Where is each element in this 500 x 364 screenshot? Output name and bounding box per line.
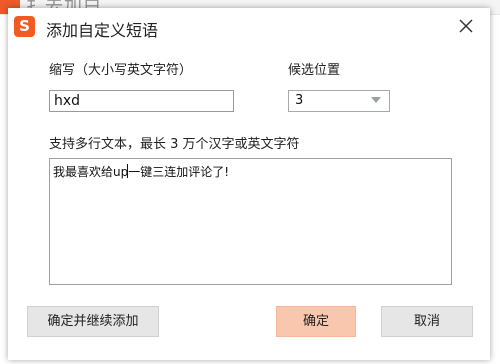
cancel-button[interactable]: 取消	[381, 306, 473, 337]
confirm-button[interactable]: 确定	[276, 306, 356, 337]
dropdown-arrow-icon[interactable]	[371, 97, 381, 103]
phrase-content-label: 支持多行文本，最长 3 万个汉字或英文字符	[49, 137, 300, 152]
confirm-and-add-button[interactable]: 确定并继续添加	[27, 306, 159, 337]
abbreviation-input[interactable]: hxd	[49, 90, 234, 112]
sogou-logo-icon: S	[14, 16, 35, 37]
phrase-text-after-caret: 一键三连加评论了!	[128, 165, 230, 179]
dialog-titlebar: S 添加自定义短语	[8, 8, 490, 46]
add-custom-phrase-dialog: S 添加自定义短语 缩写（大小写英文字符） 候选位置 hxd 3 支持多行文本，…	[8, 8, 490, 360]
abbreviation-label: 缩写（大小写英文字符）	[49, 63, 193, 78]
close-button[interactable]	[454, 14, 480, 40]
dialog-title: 添加自定义短语	[46, 21, 159, 40]
phrase-text-before-caret: 我最喜欢给up	[53, 165, 129, 179]
close-icon	[459, 19, 473, 33]
candidate-position-value: 3	[295, 93, 304, 108]
candidate-position-select[interactable]: 3	[288, 90, 390, 112]
phrase-content-textarea[interactable]: 我最喜欢给up一键三连加评论了!	[49, 158, 452, 285]
candidate-position-label: 候选位置	[288, 63, 341, 78]
